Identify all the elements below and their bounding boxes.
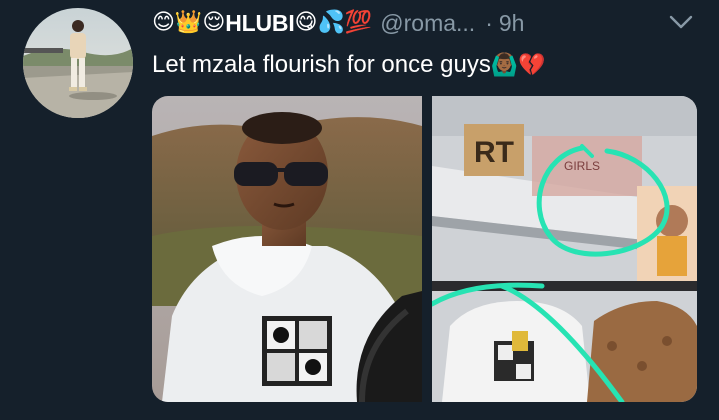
photo-store-shelf: RT GIRLS bbox=[432, 96, 697, 402]
media-image-left[interactable] bbox=[152, 96, 422, 402]
name-emojis-before: 😊👑😌 bbox=[152, 10, 226, 35]
tweet-media: RT GIRLS bbox=[152, 96, 697, 402]
shelf-label: GIRLS bbox=[564, 159, 600, 173]
tweet-body: Let mzala flourish for once guys bbox=[152, 51, 491, 78]
chevron-down-icon bbox=[669, 15, 693, 29]
user-handle[interactable]: @roma... bbox=[380, 10, 475, 37]
timestamp[interactable]: 9h bbox=[499, 10, 525, 37]
shelf-sign: RT bbox=[474, 136, 514, 169]
tweet-text: Let mzala flourish for once guys🙆🏾‍♂️💔 bbox=[152, 48, 712, 82]
display-name[interactable]: HLUBI bbox=[225, 10, 294, 37]
more-options-button[interactable] bbox=[667, 10, 695, 34]
photo-man-sunglasses bbox=[152, 96, 422, 402]
tweet-header: 😊👑😌 HLUBI 😋💦💯 @roma... · 9h bbox=[152, 6, 712, 40]
separator-dot: · bbox=[485, 9, 493, 36]
avatar-photo bbox=[23, 8, 133, 118]
name-emojis-after: 😋💦💯 bbox=[294, 10, 373, 35]
tweet-text-emojis: 🙆🏾‍♂️💔 bbox=[490, 53, 546, 78]
media-image-right[interactable]: RT GIRLS bbox=[432, 96, 697, 402]
avatar[interactable] bbox=[23, 8, 133, 118]
